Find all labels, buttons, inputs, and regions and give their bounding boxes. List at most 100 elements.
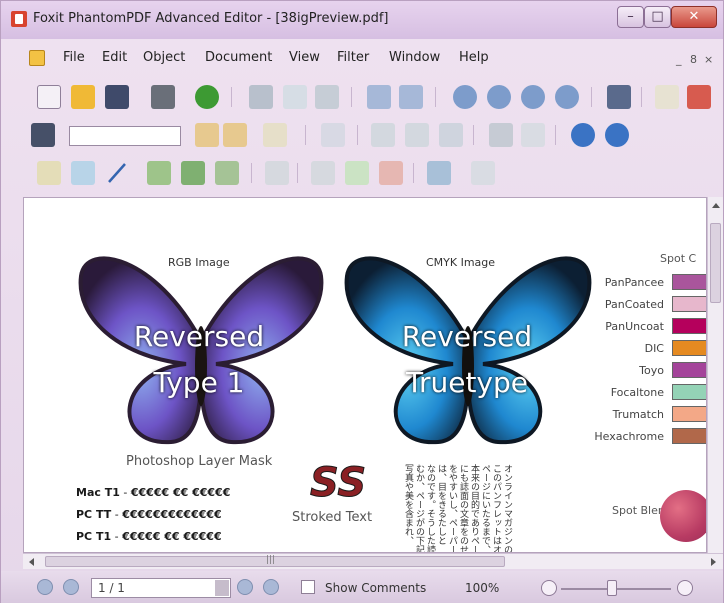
zoom-in-slider-icon[interactable] xyxy=(677,580,693,596)
spot-color-swatch xyxy=(672,340,706,356)
stroked-text-label: Stroked Text xyxy=(292,510,373,525)
copy-icon[interactable] xyxy=(283,85,307,109)
text-box-icon[interactable] xyxy=(321,123,345,147)
undo-icon[interactable] xyxy=(367,85,391,109)
doc-close-button[interactable]: × xyxy=(704,53,713,66)
align-left-icon[interactable] xyxy=(371,123,395,147)
scroll-up-arrow-icon[interactable] xyxy=(712,203,720,208)
toolbar-separator xyxy=(357,125,358,145)
toolbar-objects xyxy=(25,155,723,191)
bring-forward-icon[interactable] xyxy=(311,161,335,185)
last-page-nav-icon[interactable] xyxy=(263,579,279,595)
menu-edit[interactable]: Edit xyxy=(102,50,127,65)
send-backward-icon[interactable] xyxy=(345,161,369,185)
menu-view[interactable]: View xyxy=(289,50,320,65)
export-icon[interactable] xyxy=(655,85,679,109)
cut-icon[interactable] xyxy=(249,85,273,109)
spot-blend-swatch xyxy=(660,490,706,542)
find-previous-icon[interactable] xyxy=(195,123,219,147)
align-right-icon[interactable] xyxy=(405,123,429,147)
spot-color-label: PanCoated xyxy=(604,298,664,311)
next-page-icon[interactable] xyxy=(521,85,545,109)
add-text-icon[interactable] xyxy=(37,161,61,185)
last-page-icon[interactable] xyxy=(555,85,579,109)
font-sample-line: PC T1 - €€€€€ €€ €€€€€ xyxy=(76,530,222,543)
spot-color-label: DIC xyxy=(644,342,664,355)
add-shading-icon[interactable] xyxy=(215,161,239,185)
add-image-icon[interactable] xyxy=(147,161,171,185)
insert-page-icon[interactable] xyxy=(427,161,451,185)
page-number-input[interactable]: 1 / 1 xyxy=(91,578,231,598)
minimize-button[interactable]: – xyxy=(617,6,644,28)
spot-color-swatch xyxy=(672,318,706,334)
open-folder-icon[interactable] xyxy=(71,85,95,109)
spot-color-swatch xyxy=(672,384,706,400)
spot-color-swatch xyxy=(672,428,706,444)
paste-icon[interactable] xyxy=(315,85,339,109)
menu-window[interactable]: Window xyxy=(389,50,440,65)
horizontal-scrollbar[interactable]: ||| xyxy=(23,553,723,569)
scroll-left-arrow-icon[interactable] xyxy=(29,558,34,566)
group-icon[interactable] xyxy=(265,161,289,185)
previous-page-nav-icon[interactable] xyxy=(63,579,79,595)
page-dropdown-icon[interactable] xyxy=(215,580,229,596)
character-spacing-icon[interactable] xyxy=(439,123,463,147)
stroked-text-sample: SS xyxy=(309,460,367,507)
document-page[interactable]: RGB Image Reversed Type 1 CMYK Image Rev… xyxy=(23,197,707,553)
page-properties-icon[interactable] xyxy=(471,161,495,185)
menu-filter[interactable]: Filter xyxy=(337,50,369,65)
doc-restore-button[interactable]: 8 xyxy=(690,53,697,66)
delete-object-icon[interactable] xyxy=(379,161,403,185)
menu-file[interactable]: File xyxy=(63,50,85,65)
menu-help[interactable]: Help xyxy=(459,50,489,65)
toolbar-separator xyxy=(591,87,592,107)
scroll-grip-icon: ||| xyxy=(266,555,276,565)
maximize-button[interactable]: □ xyxy=(644,6,671,28)
window-title: Foxit PhantomPDF Advanced Editor - [38ig… xyxy=(33,11,389,26)
previous-page-icon[interactable] xyxy=(487,85,511,109)
close-button[interactable]: ✕ xyxy=(671,6,717,28)
japanese-column: ページにいたるまで、 xyxy=(480,464,490,553)
scroll-right-arrow-icon[interactable] xyxy=(711,558,716,566)
binoculars-icon[interactable] xyxy=(31,123,55,147)
new-document-icon[interactable] xyxy=(37,85,61,109)
add-image-alt-icon[interactable] xyxy=(181,161,205,185)
next-page-nav-icon[interactable] xyxy=(237,579,253,595)
show-comments-label: Show Comments xyxy=(325,581,427,595)
info-icon[interactable] xyxy=(195,85,219,109)
zoom-out-slider-icon[interactable] xyxy=(541,580,557,596)
toolbar-separator xyxy=(473,125,474,145)
search-input[interactable] xyxy=(69,126,181,146)
highlight-icon[interactable] xyxy=(263,123,287,147)
text-field-icon[interactable] xyxy=(521,123,545,147)
fit-page-icon[interactable] xyxy=(607,85,631,109)
title-bar[interactable]: Foxit PhantomPDF Advanced Editor - [38ig… xyxy=(1,1,723,39)
zoom-out-icon[interactable] xyxy=(605,123,629,147)
show-comments-checkbox[interactable] xyxy=(301,580,315,594)
delete-page-icon[interactable] xyxy=(687,85,711,109)
select-object-icon[interactable] xyxy=(71,161,95,185)
spot-color-label: PanPancee xyxy=(604,276,664,289)
first-page-nav-icon[interactable] xyxy=(37,579,53,595)
document-menu-icon[interactable] xyxy=(29,50,45,66)
find-next-icon[interactable] xyxy=(223,123,247,147)
vertical-scroll-thumb[interactable] xyxy=(710,223,721,303)
japanese-column: このパンフレットはオ xyxy=(491,464,501,553)
line-tool-icon[interactable] xyxy=(105,161,129,185)
text-tool-icon[interactable] xyxy=(489,123,513,147)
toolbar-separator xyxy=(251,163,252,183)
vertical-scrollbar[interactable] xyxy=(707,197,723,553)
redo-icon[interactable] xyxy=(399,85,423,109)
japanese-column: オンラインマガジンの xyxy=(502,464,512,553)
toolbar-separator xyxy=(555,125,556,145)
doc-minimize-button[interactable]: _ xyxy=(676,53,682,66)
print-icon[interactable] xyxy=(151,85,175,109)
horizontal-scroll-thumb[interactable]: ||| xyxy=(45,555,505,567)
zoom-slider-knob[interactable] xyxy=(607,580,617,596)
first-page-icon[interactable] xyxy=(453,85,477,109)
zoom-in-icon[interactable] xyxy=(571,123,595,147)
font-sample-value: €€€€€€€€€€€€€ xyxy=(122,508,222,521)
menu-document[interactable]: Document xyxy=(205,50,272,65)
save-icon[interactable] xyxy=(105,85,129,109)
menu-object[interactable]: Object xyxy=(143,50,185,65)
